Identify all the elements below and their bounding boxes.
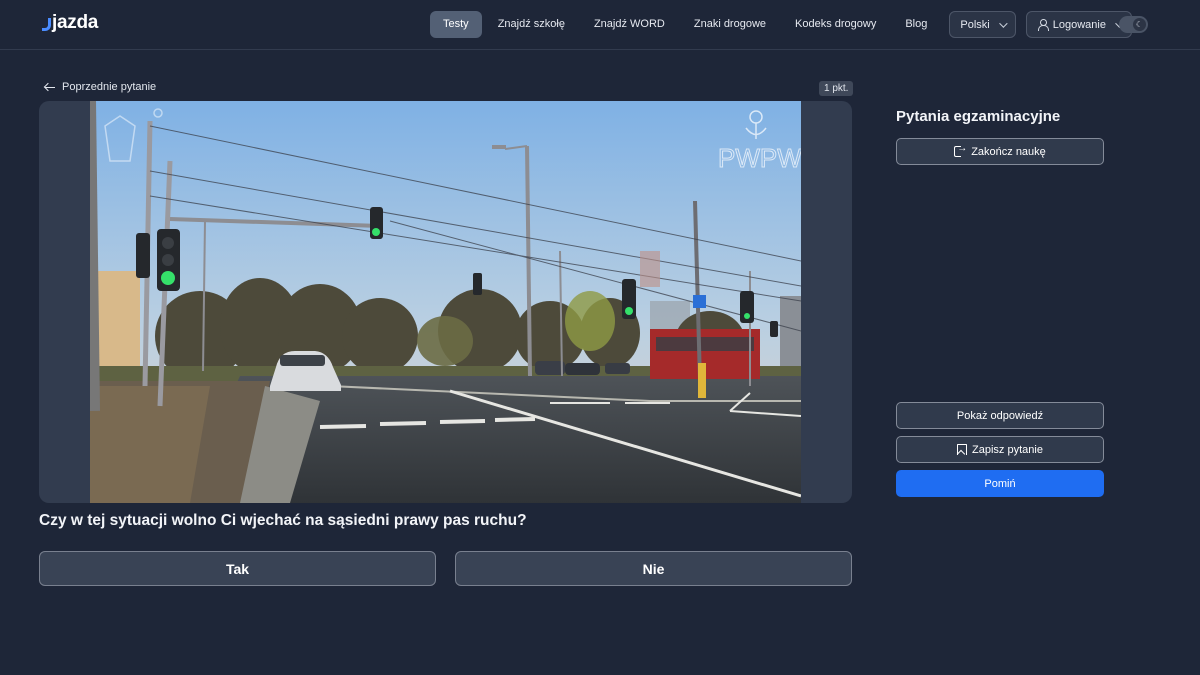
nav-item-road-code[interactable]: Kodeks drogowy [782, 11, 889, 38]
nav-item-find-word[interactable]: Znajdź WORD [581, 11, 678, 38]
points-badge: 1 pkt. [819, 81, 854, 96]
chevron-down-icon [998, 18, 1008, 28]
logo-hook-icon [42, 18, 51, 31]
road-intersection-image: PWPW [90, 101, 801, 503]
top-navigation-bar: jazda Testy Znajdź szkołę Znajdź WORD Zn… [0, 0, 1200, 50]
logo-text: jazda [52, 12, 99, 33]
save-question-button[interactable]: Zapisz pytanie [896, 436, 1104, 463]
bookmark-icon [957, 444, 968, 455]
previous-question-link[interactable]: Poprzednie pytanie [44, 81, 156, 93]
show-answer-button[interactable]: Pokaż odpowiedź [896, 402, 1104, 429]
nav-item-blog[interactable]: Blog [892, 11, 940, 38]
language-label: Polski [960, 18, 990, 31]
sidebar-title: Pytania egzaminacyjne [896, 108, 1061, 125]
theme-toggle[interactable]: ☾ [1119, 16, 1148, 33]
login-label: Logowanie [1052, 18, 1106, 31]
nav-item-road-signs[interactable]: Znaki drogowe [681, 11, 779, 38]
question-media: PWPW [39, 101, 852, 503]
question-text: Czy w tej sytuacji wolno Ci wjechać na s… [39, 512, 527, 529]
finish-learning-button[interactable]: Zakończ naukę [896, 138, 1104, 165]
nav-item-find-school[interactable]: Znajdź szkołę [485, 11, 578, 38]
svg-text:PWPW: PWPW [718, 143, 801, 173]
jazda-logo[interactable]: jazda [42, 12, 98, 34]
log-out-icon [954, 143, 967, 157]
finish-learning-label: Zakończ naukę [971, 145, 1046, 158]
language-select[interactable]: Polski [949, 11, 1016, 38]
previous-question-label: Poprzednie pytanie [62, 81, 157, 93]
main-nav: Testy Znajdź szkołę Znajdź WORD Znaki dr… [430, 11, 1142, 38]
show-answer-label: Pokaż odpowiedź [956, 409, 1044, 422]
answer-no-button[interactable]: Nie [455, 551, 852, 586]
save-question-label: Zapisz pytanie [972, 443, 1043, 456]
login-dropdown[interactable]: Logowanie [1025, 11, 1132, 38]
moon-icon: ☾ [1133, 18, 1146, 31]
answer-yes-button[interactable]: Tak [39, 551, 436, 586]
skip-label: Pomiń [984, 477, 1016, 490]
arrow-left-icon [44, 82, 56, 92]
user-icon [1037, 19, 1049, 31]
skip-button[interactable]: Pomiń [896, 470, 1104, 497]
nav-item-testy[interactable]: Testy [430, 11, 482, 38]
